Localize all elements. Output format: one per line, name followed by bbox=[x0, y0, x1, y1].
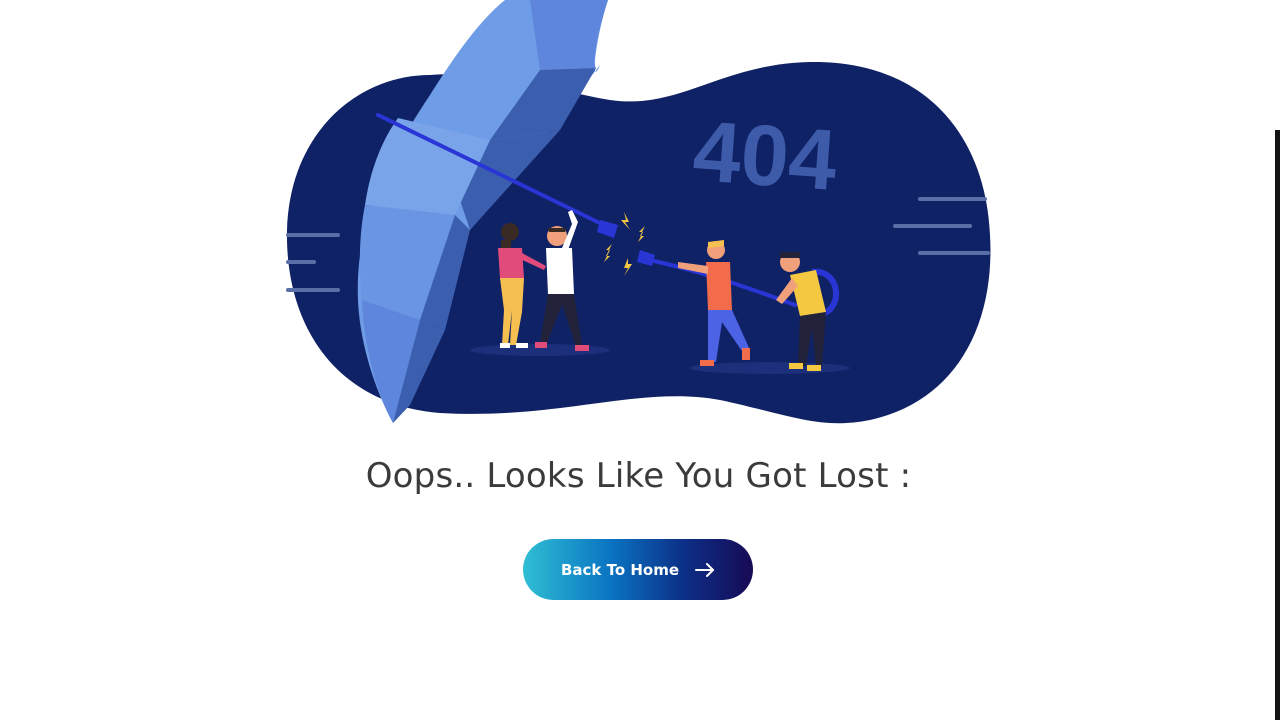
page-heading: Oops.. Looks Like You Got Lost : bbox=[365, 456, 912, 496]
scrollbar-edge bbox=[1275, 130, 1280, 720]
error-code-404: 404 bbox=[690, 103, 840, 209]
lost-404-illustration: 404 bbox=[286, 0, 991, 424]
not-found-page: 404 Oops.. Looks Like You Got Lost: Bac… bbox=[0, 0, 1280, 720]
back-to-home-button[interactable]: Back To Home bbox=[523, 539, 753, 600]
arrow-right-icon bbox=[695, 562, 715, 577]
back-to-home-label: Back To Home bbox=[560, 560, 680, 579]
